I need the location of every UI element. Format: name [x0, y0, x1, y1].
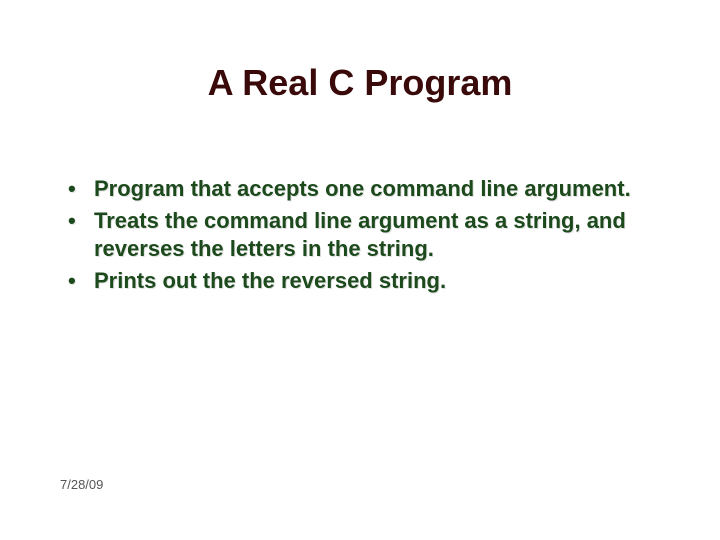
bullet-list: Program that accepts one command line ar…	[60, 175, 660, 296]
list-item: Prints out the the reversed string.	[60, 267, 660, 295]
list-item: Program that accepts one command line ar…	[60, 175, 660, 203]
slide-body: Program that accepts one command line ar…	[60, 175, 660, 300]
list-item: Treats the command line argument as a st…	[60, 207, 660, 263]
slide-title: A Real C Program	[0, 62, 720, 104]
slide: A Real C Program Program that accepts on…	[0, 0, 720, 540]
footer-date: 7/28/09	[60, 477, 103, 492]
